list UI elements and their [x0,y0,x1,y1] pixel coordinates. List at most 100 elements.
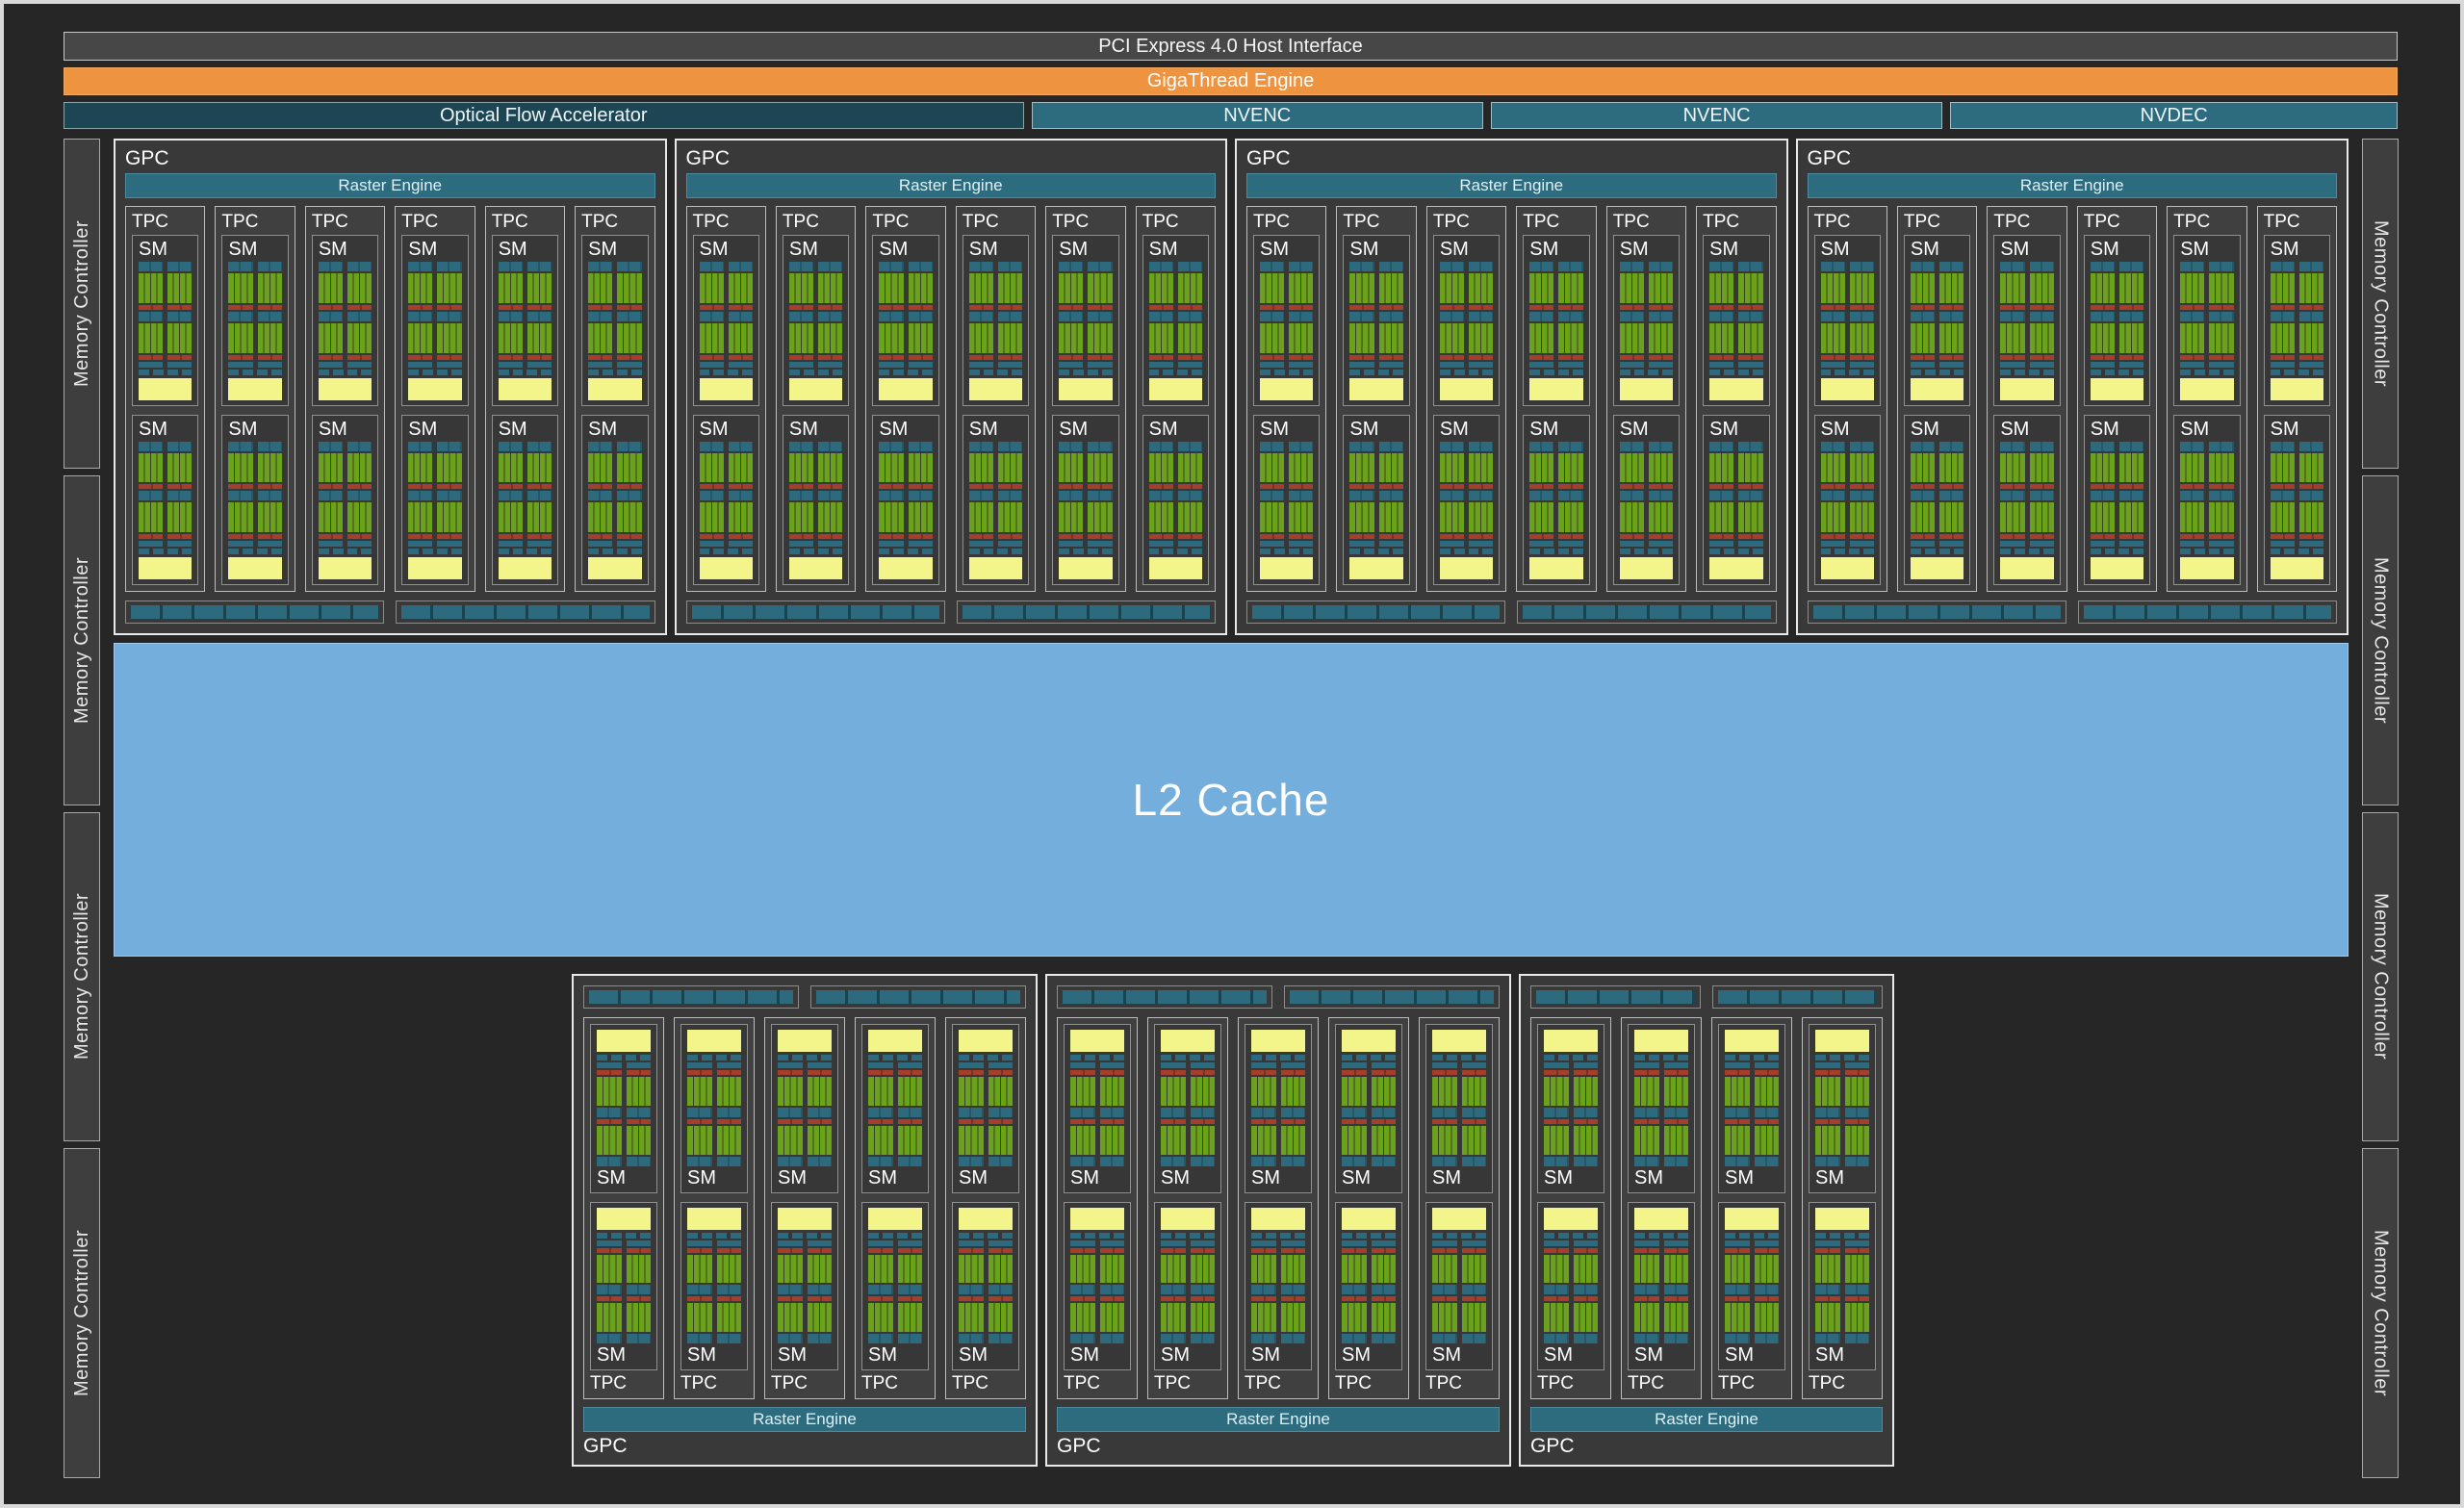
sm-core-array-segment [778,1125,803,1155]
sm-scheduler-bar [139,441,192,451]
sm-scheduler-bar [1342,1334,1396,1343]
sm-scheduler-bar [879,491,933,501]
sm-core-array-segment [1161,1303,1186,1332]
sm-core-array [408,273,462,303]
sm-accent-strip-segment [1738,304,1763,310]
sm-scheduler-bar-segment [1289,491,1314,501]
sm-l1-cache-bar [228,361,282,368]
sm-rows [1439,441,1494,579]
sm-scheduler-bar [1439,262,1494,271]
sm-accent-strip [968,304,1023,310]
sm-rows [318,262,372,400]
sm-stack: SM SM [1612,235,1681,585]
sm-label: SM [2090,239,2119,260]
sm-accent-strip-segment [1754,1247,1779,1253]
sm-l1-cache-bar-segment [1260,361,1285,368]
sm-scheduler-bar-segment [2180,491,2205,501]
sm-tensor-core-block [1349,557,1403,579]
sm-accent-strip-segment [2270,534,2295,539]
sm-texture-units-bar-segment [1461,1232,1472,1239]
sm-l1-cache-bar-segment [1190,1062,1215,1068]
sm-texture-units-bar-segment [318,369,329,375]
sm-core-array [1148,452,1203,483]
sm-texture-units-bar-segment [702,1055,712,1061]
sm-accent-strip [1634,1247,1688,1253]
sm-core-array-segment [868,1125,893,1155]
sm-core-array-segment [1260,322,1285,353]
sm-scheduler-bar [139,311,192,321]
sm-accent-strip-segment [699,304,724,310]
sm-texture-units-bar-segment [832,549,843,554]
sm-core-array-segment [959,1125,984,1155]
sm-rows [1161,1030,1215,1166]
sm-texture-units-bar-segment [1859,1055,1869,1061]
sm-texture-units-bar-segment [2194,369,2205,375]
sm-core-array-segment [1289,273,1314,303]
gpc-block: GPC Raster Engine TPC SM SM TPC SM SM TPC SM SM TPC… [1795,139,2348,635]
sm-accent-strip [588,354,642,360]
sm-tensor-core-block [498,377,552,400]
sm-accent-strip-segment [597,1118,622,1124]
sm-texture-units-bar-segment [1192,549,1203,554]
sm-texture-units-bar-segment [2118,369,2130,375]
sm-rows [1342,1030,1396,1166]
sm-texture-units-bar-segment [1447,1232,1457,1239]
sm-scheduler-bar-segment [228,311,253,321]
sm-texture-units-bar-segment [423,549,433,554]
sm-core-array [778,1254,832,1284]
sm-scheduler-bar [1070,1107,1124,1117]
sm-tensor-core-block [588,557,642,579]
sm-scheduler-bar [2000,491,2054,501]
sm-core-array-segment [959,1303,984,1332]
sm-accent-strip-segment [1461,1296,1486,1302]
sm-scheduler-bar-segment [2180,441,2205,451]
sm-core-array [1432,1254,1486,1284]
sm-accent-strip-segment [1529,354,1554,360]
sm-scheduler-bar-segment [1529,441,1554,451]
sm-core-array-segment [1469,273,1494,303]
sm-l1-cache-bar-segment [1648,541,1674,547]
sm-core-array-segment [1432,1125,1457,1155]
sm-core-array-segment [1529,452,1554,483]
sm-l1-cache-bar-segment [1432,1062,1457,1068]
tpc-block: TPC SM SM [1045,206,1126,592]
sm-scheduler-bar-segment [1099,1285,1124,1295]
sm-accent-strip-segment [257,354,282,360]
sm-scheduler-bar-segment [139,491,164,501]
sm-l1-cache-bar [2270,541,2324,547]
sm-l1-cache-bar [968,541,1023,547]
sm-texture-units-bar-segment [2015,549,2026,554]
sm-accent-strip-segment [1725,1070,1750,1075]
sm-core-array [959,1077,1013,1106]
sm-core-array [1059,322,1113,353]
sm-core-array-segment [1177,273,1203,303]
sm-accent-strip-segment [818,484,843,490]
sm-l1-cache-bar [1544,1062,1598,1068]
sm-texture-units-bar-segment [1938,549,1950,554]
tpc-label: TPC [1523,212,1560,232]
sm-tensor-core-block [1709,377,1763,400]
sm-scheduler-bar-segment [1251,1285,1276,1295]
sm-accent-strip [498,354,552,360]
sm-core-array [588,452,642,483]
sm-accent-strip [1432,1296,1486,1302]
sm-texture-units-bar-segment [152,369,164,375]
rop-partition-bar [1517,601,1777,624]
sm-texture-units-bar-segment [450,369,462,375]
sm-scheduler-bar [1070,1334,1124,1343]
sm-accent-strip-segment [167,304,192,310]
rop-partition-segments [1718,990,1877,1004]
sm-texture-units-bar-segment [450,549,462,554]
sm-accent-strip [1709,534,1763,539]
sm-l1-cache-bar-segment [1634,1240,1659,1246]
sm-scheduler-bar-segment [1148,311,1173,321]
sm-accent-strip-segment [597,1247,622,1253]
sm-texture-units-bar-segment [512,369,524,375]
sm-accent-strip [1634,1118,1688,1124]
sm-scheduler-bar-segment [498,311,523,321]
sm-accent-strip-segment [1558,484,1583,490]
sm-accent-strip-segment [617,354,642,360]
sm-scheduler-bar [1619,441,1674,451]
sm-core-array-segment [1648,502,1674,532]
sm-core-array-segment [807,1125,832,1155]
